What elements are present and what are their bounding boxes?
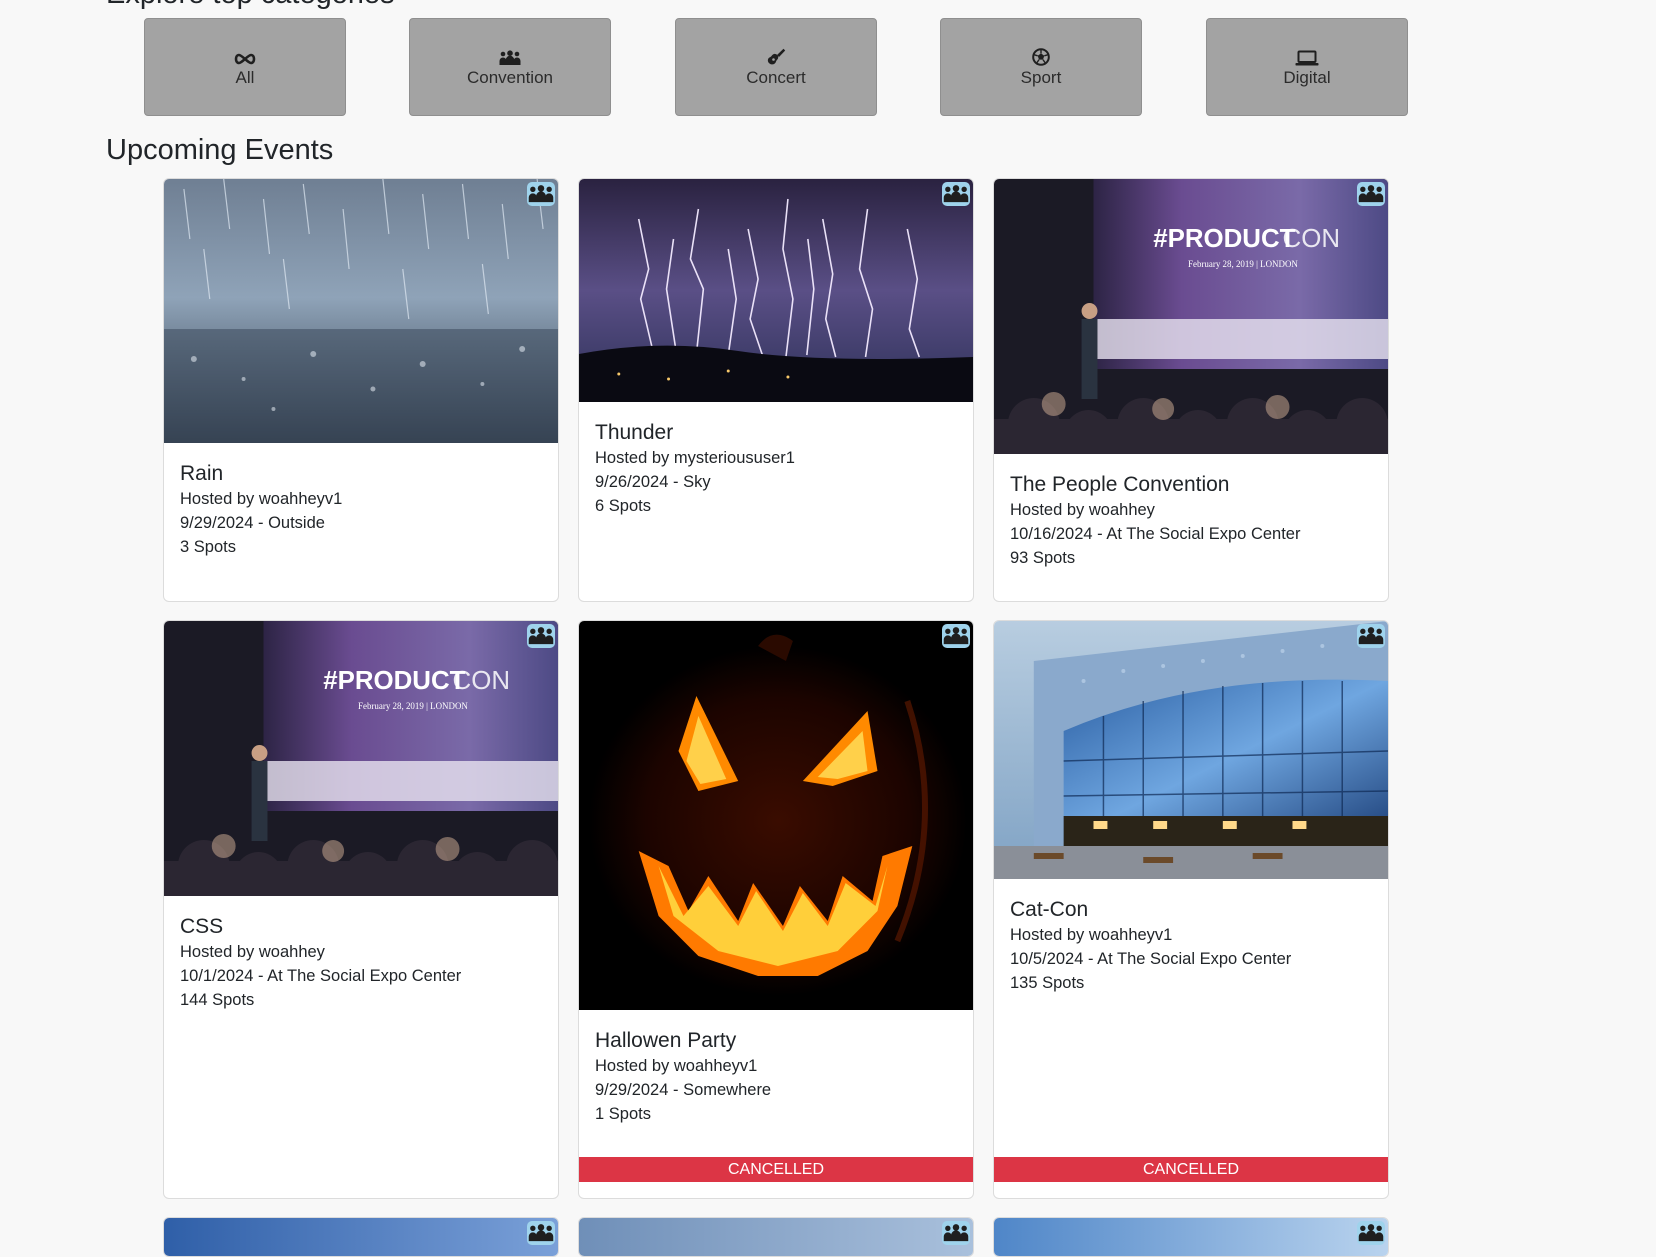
event-title: CSS <box>180 915 224 938</box>
cancelled-banner: CANCELLED <box>579 1157 973 1182</box>
productcon-headline: #PRODUCT <box>1153 225 1295 253</box>
event-date-location: 10/16/2024 - At The Social Expo Center <box>1010 525 1301 543</box>
event-image <box>579 1218 973 1256</box>
event-host: Hosted by woahheyv1 <box>180 490 343 508</box>
event-host: Hosted by woahheyv1 <box>1010 926 1173 944</box>
category-button-concert[interactable]: Concert <box>675 18 877 116</box>
event-card[interactable]: #PRODUCT CON February 28, 2019 | LONDON … <box>993 178 1389 602</box>
category-label: Digital <box>1283 68 1331 87</box>
convention-badge-icon <box>1357 1221 1385 1245</box>
category-button-convention[interactable]: Convention <box>409 18 611 116</box>
event-date-location: 9/29/2024 - Outside <box>180 514 325 532</box>
category-label: Convention <box>466 68 553 87</box>
event-title: Hallowen Party <box>595 1029 737 1052</box>
productcon-headline: #PRODUCT <box>323 667 465 695</box>
event-title: Thunder <box>595 421 674 444</box>
convention-badge-icon <box>942 182 970 206</box>
event-card[interactable]: Thunder Hosted by mysterioususer1 9/26/2… <box>578 178 974 602</box>
category-button-all[interactable]: All <box>144 18 346 116</box>
event-image <box>579 621 973 1010</box>
category-label: Sport <box>1020 68 1062 87</box>
convention-badge-icon <box>942 1221 970 1245</box>
event-spots: 1 Spots <box>595 1105 651 1123</box>
event-host: Hosted by mysterioususer1 <box>595 449 795 467</box>
event-date-location: 10/5/2024 - At The Social Expo Center <box>1010 950 1292 968</box>
productcon-subline: February 28, 2019 | LONDON <box>358 701 468 711</box>
explore-categories-heading: Explore top categories <box>106 0 395 11</box>
cancelled-banner: CANCELLED <box>994 1157 1388 1182</box>
event-image <box>164 179 558 443</box>
event-title: Rain <box>180 462 224 485</box>
event-image: #PRODUCT CON February 28, 2019 | LONDON <box>164 621 558 896</box>
event-card-partial[interactable] <box>578 1217 974 1257</box>
event-image <box>994 621 1388 879</box>
category-label: Concert <box>746 68 806 87</box>
category-button-sport[interactable]: Sport <box>940 18 1142 116</box>
event-image: #PRODUCT CON February 28, 2019 | LONDON <box>994 179 1388 454</box>
event-date-location: 9/29/2024 - Somewhere <box>595 1081 772 1099</box>
event-spots: 144 Spots <box>180 991 255 1009</box>
event-host: Hosted by woahhey <box>1010 501 1155 519</box>
event-title: The People Convention <box>1010 473 1230 496</box>
infinity-icon <box>233 46 257 66</box>
event-date-location: 10/1/2024 - At The Social Expo Center <box>180 967 462 985</box>
productcon-subline: February 28, 2019 | LONDON <box>1188 259 1298 269</box>
event-card-partial[interactable] <box>163 1217 559 1257</box>
convention-badge-icon <box>527 1221 555 1245</box>
laptop-icon <box>1295 46 1319 66</box>
event-title: Cat-Con <box>1010 898 1089 921</box>
convention-badge-icon <box>1357 182 1385 206</box>
event-image <box>579 179 973 402</box>
event-host: Hosted by woahheyv1 <box>595 1057 758 1075</box>
event-spots: 135 Spots <box>1010 974 1085 992</box>
category-button-digital[interactable]: Digital <box>1206 18 1408 116</box>
convention-badge-icon <box>527 182 555 206</box>
convention-badge-icon <box>527 624 555 648</box>
convention-badge-icon <box>942 624 970 648</box>
event-spots: 93 Spots <box>1010 549 1076 567</box>
convention-badge-icon <box>1357 624 1385 648</box>
event-card[interactable]: Cat-Con Hosted by woahheyv1 10/5/2024 - … <box>993 620 1389 1199</box>
event-date-location: 9/26/2024 - Sky <box>595 473 711 491</box>
event-spots: 3 Spots <box>180 538 236 556</box>
productcon-headline-light: CON <box>1283 225 1340 253</box>
guitar-icon <box>766 46 786 66</box>
productcon-headline-light: CON <box>453 667 510 695</box>
event-image <box>994 1218 1388 1256</box>
soccer-ball-icon <box>1032 46 1050 66</box>
upcoming-events-heading: Upcoming Events <box>106 134 334 166</box>
users-icon <box>498 46 522 66</box>
event-card[interactable]: Hallowen Party Hosted by woahheyv1 9/29/… <box>578 620 974 1199</box>
event-host: Hosted by woahhey <box>180 943 325 961</box>
category-label: All <box>235 68 255 87</box>
event-image <box>164 1218 558 1256</box>
event-card-partial[interactable] <box>993 1217 1389 1257</box>
event-card[interactable]: Rain Hosted by woahheyv1 9/29/2024 - Out… <box>163 178 559 602</box>
event-card[interactable]: #PRODUCT CON February 28, 2019 | LONDON … <box>163 620 559 1199</box>
event-spots: 6 Spots <box>595 497 651 515</box>
